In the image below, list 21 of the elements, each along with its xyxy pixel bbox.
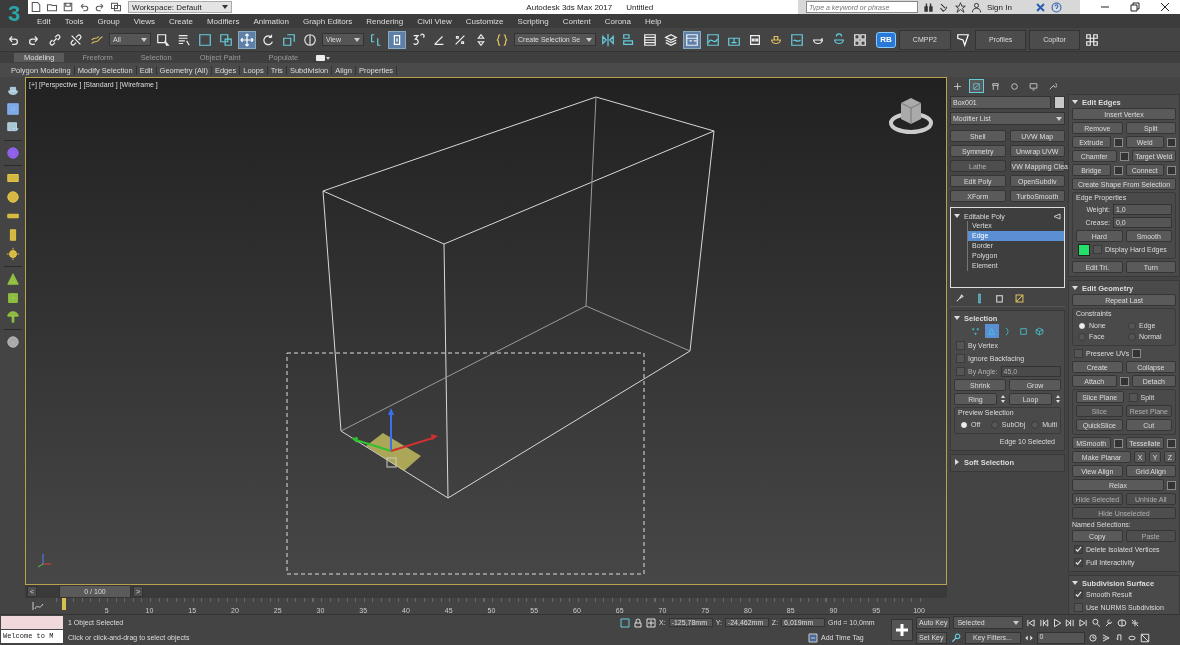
menu-item[interactable]: Help <box>638 16 669 26</box>
menu-item[interactable]: Rendering <box>359 16 411 26</box>
app-logo[interactable]: 3 <box>0 0 28 28</box>
menu-item[interactable]: Create <box>161 16 200 26</box>
menu-item[interactable]: Customize <box>458 16 511 26</box>
menu-item[interactable]: Content <box>555 16 598 26</box>
menu-item[interactable]: Group <box>90 16 127 26</box>
menu-item[interactable]: Graph Editors <box>295 16 360 26</box>
menu-item[interactable]: Edit <box>30 16 58 26</box>
menu-item[interactable]: Views <box>126 16 162 26</box>
document-title: Untitled <box>626 2 654 12</box>
sign-in-link[interactable]: Sign In <box>987 2 1012 12</box>
menu-item[interactable]: Tools <box>57 16 91 26</box>
rb-button[interactable]: RB <box>876 31 896 48</box>
menu-item[interactable]: Modifiers <box>199 16 247 26</box>
workspace-dropdown[interactable]: Workspace: Default <box>128 1 232 13</box>
menu-item[interactable]: Scripting <box>510 16 556 26</box>
menu-item[interactable]: Corona <box>597 16 638 26</box>
menu-item[interactable]: Civil View <box>410 16 459 26</box>
menu-item[interactable]: Animation <box>246 16 296 26</box>
app-title: Autodesk 3ds Max 2017 <box>526 2 613 12</box>
